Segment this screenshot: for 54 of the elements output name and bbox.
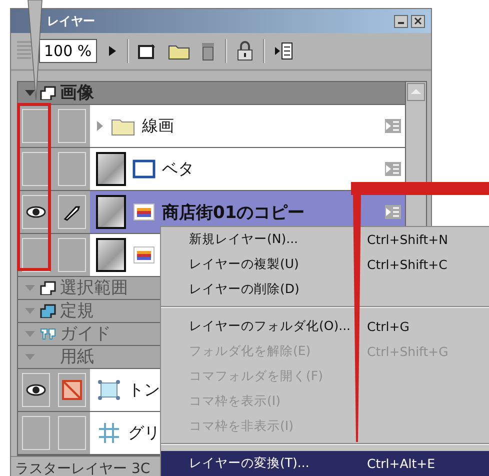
minimize-button[interactable]	[394, 14, 408, 28]
vector-layer-icon	[132, 158, 156, 180]
layer-name: 線画	[142, 116, 174, 136]
eye-icon	[26, 206, 46, 218]
layer-thumbnail	[96, 238, 126, 272]
edit-mark-cell[interactable]	[54, 148, 90, 190]
visibility-cell[interactable]	[18, 369, 54, 411]
layer-thumbnail	[96, 152, 126, 186]
menu-item[interactable]: レイヤーの削除(D)	[161, 277, 489, 302]
raster-layer-icon	[132, 201, 156, 223]
grip-icon	[17, 41, 31, 61]
edit-mark-cell[interactable]	[54, 412, 90, 454]
edit-mark-cell[interactable]	[54, 191, 90, 233]
ruler-icon	[40, 304, 56, 318]
close-icon	[413, 16, 423, 26]
expand-triangle-icon[interactable]	[24, 88, 36, 98]
window-title: レイヤー	[46, 12, 95, 30]
eye-icon	[26, 384, 46, 396]
layer-name: グリ	[128, 422, 160, 444]
layer-menu-icon[interactable]	[385, 119, 401, 133]
zoom-field[interactable]: 100 %	[39, 39, 97, 63]
layer-menu-icon[interactable]	[385, 162, 401, 176]
menu-item[interactable]: レイヤーの変換(T)... Ctrl+Alt+E	[161, 451, 489, 476]
group-name: 用紙	[60, 348, 94, 366]
group-name: 選択範囲	[60, 280, 128, 296]
layer-row[interactable]: 線画	[90, 105, 405, 147]
edit-mark-cell[interactable]	[54, 234, 90, 276]
group-name: 定規	[60, 302, 94, 320]
layer-name: 商店街01のコピー	[162, 202, 305, 224]
layer-name: ベタ	[162, 158, 194, 180]
no-print-icon	[62, 380, 82, 400]
tone-icon	[96, 378, 122, 402]
guide-icon	[40, 327, 56, 341]
layer-row[interactable]: ベタ	[90, 148, 405, 190]
layer-icon	[40, 86, 56, 100]
group-name: ガイド	[60, 326, 111, 342]
expand-arrow-icon[interactable]	[96, 120, 104, 132]
group-name: 画像	[60, 84, 94, 102]
raster-layer-icon	[132, 244, 156, 266]
layer-group-header[interactable]: 画像	[18, 82, 405, 105]
menu-item[interactable]: レイヤーの複製(U) Ctrl+Shift+C	[161, 252, 489, 277]
layer-menu-icon[interactable]	[385, 205, 401, 219]
visibility-cell[interactable]	[18, 412, 54, 454]
close-button[interactable]	[411, 14, 425, 28]
menu-item[interactable]: レイヤーのフォルダ化(O)... Ctrl+G	[161, 314, 489, 339]
scroll-up-icon[interactable]	[407, 83, 425, 101]
layer-thumbnail	[96, 195, 126, 229]
edit-mark-cell[interactable]	[54, 369, 90, 411]
edit-mark-cell[interactable]	[54, 105, 90, 147]
layer-name: トン	[128, 380, 160, 400]
lock-icon[interactable]	[234, 40, 255, 62]
layer-icon	[40, 281, 56, 295]
grid-icon	[96, 421, 122, 445]
panel-menu-icon[interactable]	[272, 40, 295, 62]
